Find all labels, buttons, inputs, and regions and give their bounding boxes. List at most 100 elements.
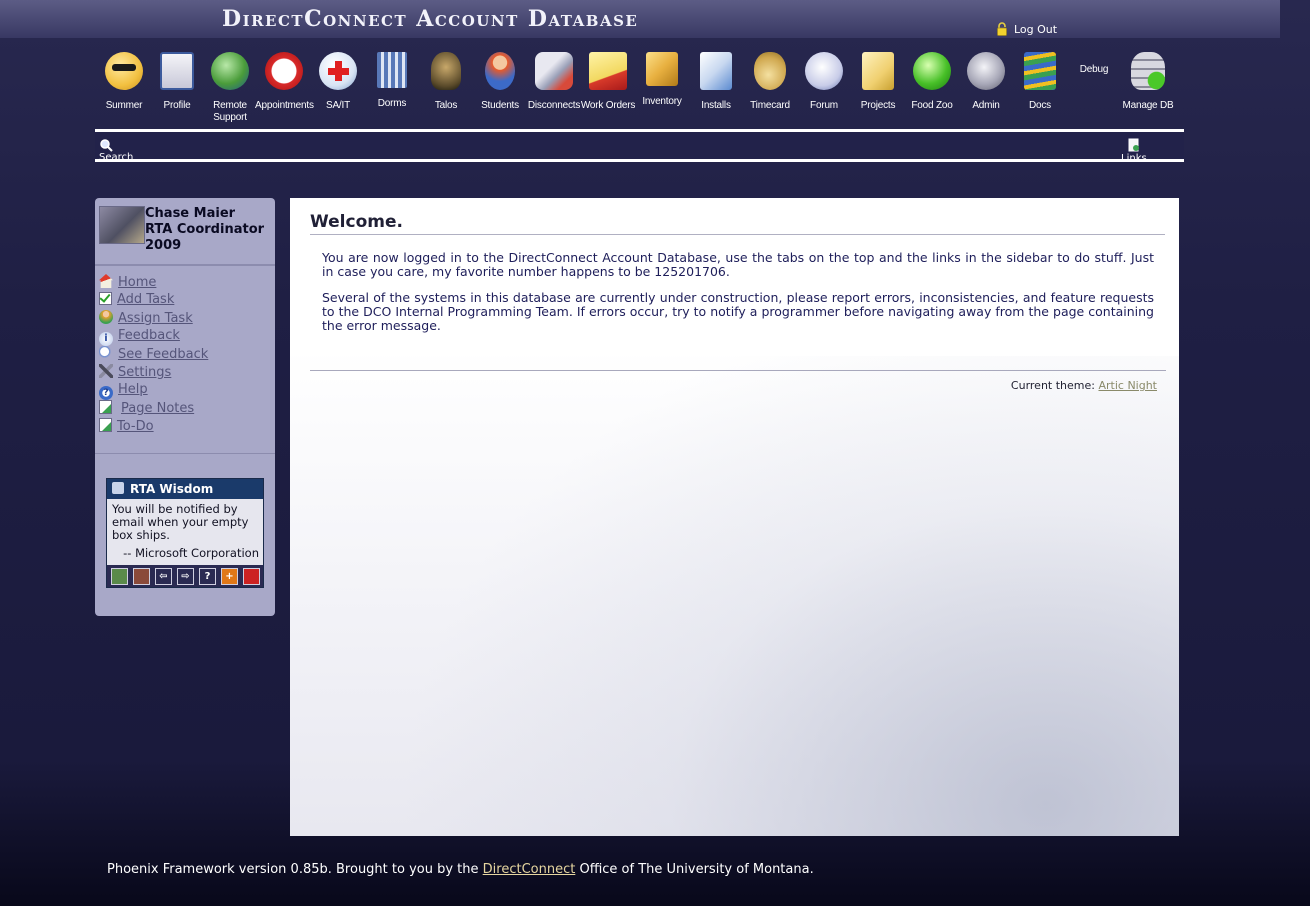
box-icon: [646, 52, 678, 86]
nav-item-label: Debug: [1079, 64, 1109, 75]
thumbs-up-icon[interactable]: [111, 568, 128, 585]
question-icon[interactable]: ?: [199, 568, 216, 585]
nav-item-projects[interactable]: Projects: [849, 52, 907, 112]
search-icon: [100, 139, 113, 152]
sidebar-links: Home Add Task Assign Task i Feedback See …: [99, 274, 269, 436]
nav-item-label: Talos: [434, 100, 458, 111]
sidebar-item-label[interactable]: To-Do: [117, 419, 154, 434]
sidebar-item-label[interactable]: Feedback: [118, 328, 180, 343]
nav-item-label: Installs: [701, 100, 731, 111]
nav-item-students[interactable]: Students: [471, 52, 529, 112]
delete-icon[interactable]: [243, 568, 260, 585]
sidebar-item-label[interactable]: Settings: [118, 365, 171, 380]
nav-item-label: Summer: [105, 100, 143, 111]
profile-icon: [160, 52, 194, 90]
alarm-clock-icon: [265, 52, 303, 90]
arrow-right-icon[interactable]: ⇨: [177, 568, 194, 585]
search-label: Search: [99, 152, 134, 162]
top-header-bar: DirectConnect Account Database Log Out: [0, 0, 1280, 38]
sidebar-item-label[interactable]: Page Notes: [121, 401, 194, 416]
note-edit-icon: [99, 400, 112, 414]
links-button[interactable]: Links: [1121, 138, 1147, 159]
user-year: 2009: [145, 238, 182, 253]
toolbar: Search Links: [95, 129, 1184, 162]
sidebar-item-feedback[interactable]: i Feedback: [99, 328, 269, 346]
content-divider: [310, 370, 1166, 371]
folders-icon: [862, 52, 894, 90]
sidebar-item-assign-task[interactable]: Assign Task: [99, 310, 269, 328]
nav-item-profile[interactable]: Profile: [148, 52, 206, 112]
money-bag-icon: [754, 52, 786, 90]
sidebar-item-help[interactable]: ? Help: [99, 382, 269, 400]
magnifier-icon: [99, 346, 113, 360]
user-box: Chase Maier RTA Coordinator 2009: [95, 198, 275, 266]
main-nav: Summer Profile Remote Support Appointmen…: [95, 52, 1185, 130]
nav-item-label: Inventory: [642, 96, 682, 107]
sidebar-item-home[interactable]: Home: [99, 274, 269, 292]
sidebar-item-add-task[interactable]: Add Task: [99, 291, 269, 310]
wisdom-author: -- Microsoft Corporation: [123, 546, 259, 560]
sidebar-item-label[interactable]: Help: [118, 382, 148, 397]
nav-item-summer[interactable]: Summer: [95, 52, 153, 112]
thumbs-down-icon[interactable]: [133, 568, 150, 585]
nav-item-food-zoo[interactable]: Food Zoo: [903, 52, 961, 112]
plus-icon[interactable]: +: [221, 568, 238, 585]
sidebar-item-label[interactable]: Add Task: [117, 292, 174, 307]
spartan-helmet-icon: [431, 52, 461, 90]
nav-item-sait[interactable]: SA/IT: [309, 52, 367, 112]
footer-text-before: Phoenix Framework version 0.85b. Brought…: [107, 862, 483, 877]
nav-item-work-orders[interactable]: Work Orders: [579, 52, 637, 112]
nav-item-installs[interactable]: Installs: [687, 52, 745, 112]
sidebar-item-label[interactable]: Assign Task: [118, 311, 193, 326]
nav-item-label: Timecard: [750, 100, 790, 111]
speech-bubble-icon: [805, 52, 843, 90]
nav-item-talos[interactable]: Talos: [417, 52, 475, 112]
nav-item-forum[interactable]: Forum: [795, 52, 853, 112]
nav-item-dorms[interactable]: Dorms: [363, 52, 421, 110]
globe-icon: [211, 52, 249, 90]
logout-link[interactable]: Log Out: [996, 22, 1057, 36]
nav-item-inventory[interactable]: Inventory: [633, 52, 691, 108]
sidebar-item-settings[interactable]: Settings: [99, 364, 269, 382]
sidebar-item-label[interactable]: See Feedback: [118, 347, 208, 362]
sidebar-item-label[interactable]: Home: [118, 275, 156, 290]
nav-item-debug[interactable]: Debug: [1065, 64, 1123, 76]
footer: Phoenix Framework version 0.85b. Brought…: [107, 862, 814, 877]
nav-item-disconnects[interactable]: Disconnects: [525, 52, 583, 112]
sidebar-item-see-feedback[interactable]: See Feedback: [99, 346, 269, 364]
nav-item-manage-db[interactable]: Manage DB: [1119, 52, 1177, 112]
books-icon: [1024, 52, 1056, 90]
logout-label: Log Out: [1014, 23, 1058, 36]
home-icon: [99, 274, 113, 288]
avatar: [99, 206, 145, 244]
arrow-left-icon[interactable]: ⇦: [155, 568, 172, 585]
nav-item-appointments[interactable]: Appointments: [255, 52, 314, 112]
sidebar: Chase Maier RTA Coordinator 2009 Home Ad…: [95, 198, 275, 616]
lock-icon: [997, 22, 1007, 36]
nav-item-remote-support[interactable]: Remote Support: [201, 52, 259, 124]
links-icon: [1128, 138, 1139, 152]
nav-item-label: Work Orders: [580, 100, 636, 111]
building-icon: [377, 52, 407, 88]
apple-icon: [913, 52, 951, 90]
todo-icon: [99, 418, 112, 432]
footer-text-after: Office of The University of Montana.: [575, 862, 814, 877]
student-icon: [485, 52, 515, 90]
sidebar-divider: [95, 453, 275, 454]
theme-link[interactable]: Artic Night: [1098, 379, 1157, 392]
footer-link-directconnect[interactable]: DirectConnect: [483, 862, 576, 877]
nav-item-label: Admin: [972, 100, 1000, 111]
search-button[interactable]: Search: [99, 138, 134, 162]
welcome-paragraph-1: You are now logged in to the DirectConne…: [322, 250, 1154, 279]
sidebar-item-to-do[interactable]: To-Do: [99, 418, 269, 436]
nav-item-label: Food Zoo: [911, 100, 953, 111]
welcome-paragraph-2: Several of the systems in this database …: [322, 290, 1154, 333]
sidebar-item-page-notes[interactable]: Page Notes: [99, 400, 269, 418]
wisdom-header: RTA Wisdom: [107, 479, 263, 499]
nav-item-admin[interactable]: Admin: [957, 52, 1015, 112]
theme-label: Current theme:: [1010, 379, 1095, 392]
nav-item-docs[interactable]: Docs: [1011, 52, 1069, 112]
assign-user-icon: [99, 310, 113, 324]
nav-item-timecard[interactable]: Timecard: [741, 52, 799, 112]
wisdom-toolbar: ⇦ ⇨ ? +: [107, 565, 263, 587]
